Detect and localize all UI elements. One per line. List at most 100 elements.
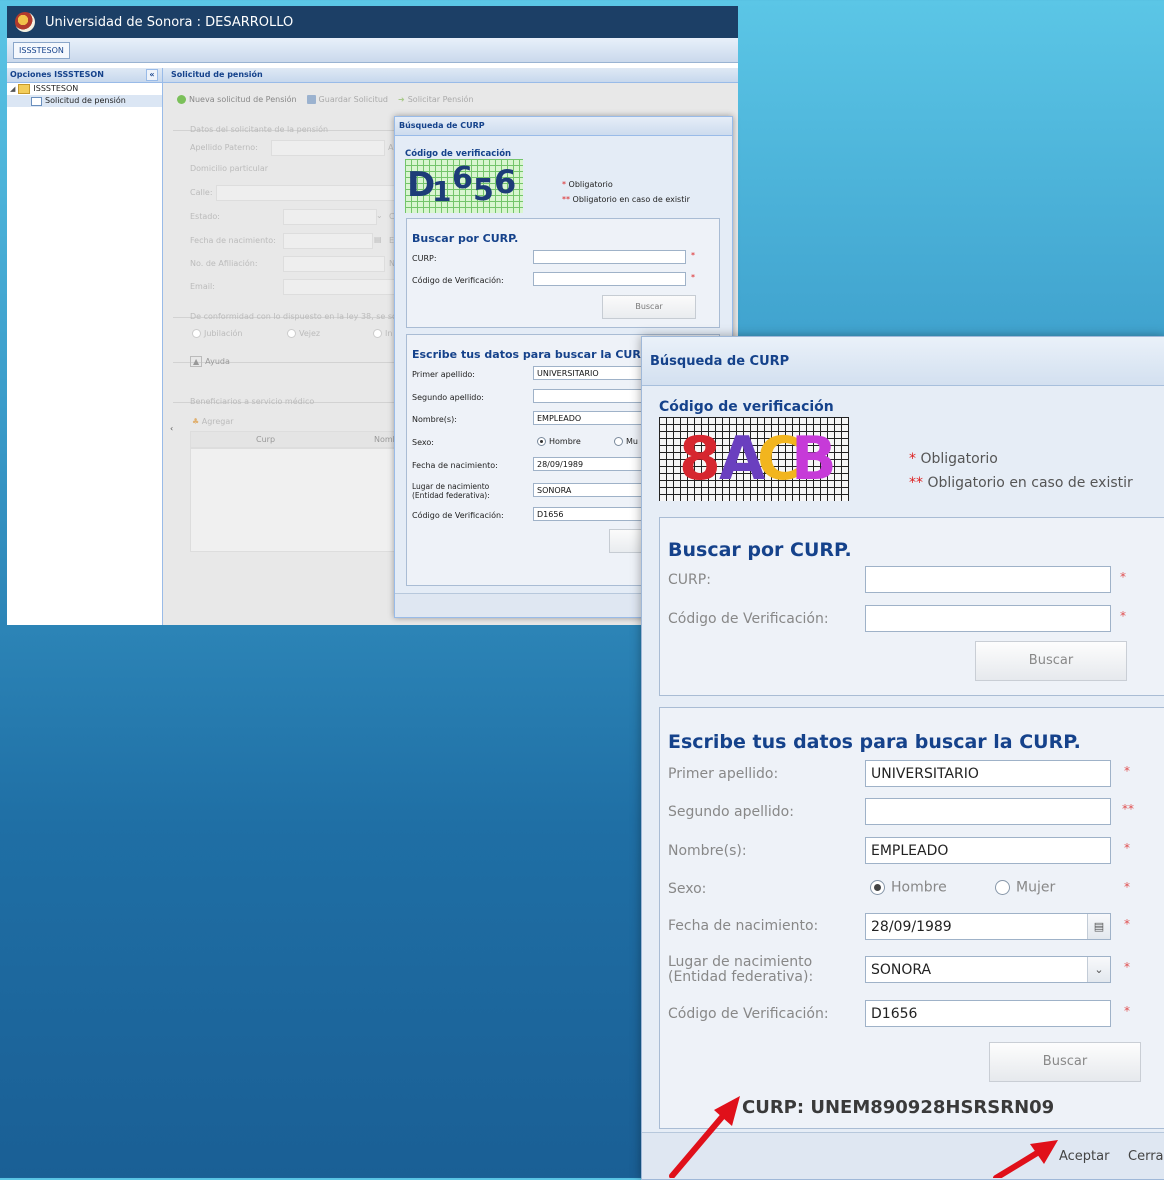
- tree-item-issteson[interactable]: ◢ ISSSTESON: [7, 83, 162, 95]
- vejez-radio[interactable]: Vejez: [287, 329, 320, 338]
- expand-arrow-icon[interactable]: ◢: [10, 83, 15, 95]
- optional-required-note: ** Obligatorio en caso de existir: [562, 195, 690, 204]
- save-icon: [306, 95, 316, 104]
- field-label: No. de Afiliación:: [190, 259, 258, 268]
- verification-code-input[interactable]: D1656: [865, 1000, 1111, 1027]
- curp-input[interactable]: [865, 566, 1111, 593]
- new-request-button[interactable]: Nueva solicitud de Pensión: [177, 95, 297, 104]
- fecha-label: Fecha de nacimiento:: [668, 918, 819, 934]
- curp-label: CURP:: [412, 254, 437, 263]
- code-label: Código de Verificación:: [412, 511, 504, 520]
- sexo-label: Sexo:: [668, 881, 707, 897]
- curp-result: CURP: UNEM890928HSRSRN09: [742, 1097, 1055, 1118]
- verification-code-input[interactable]: [865, 605, 1111, 632]
- hombre-radio[interactable]: Hombre: [537, 437, 581, 446]
- section-label: De conformidad con lo dispuesto en la le…: [190, 312, 412, 321]
- email-input[interactable]: [283, 279, 402, 295]
- curp-input[interactable]: [533, 250, 686, 264]
- beneficiarios-grid: [190, 448, 402, 552]
- splitter-handle-icon[interactable]: ‹: [170, 424, 173, 433]
- segundo-apellido-label: Segundo apellido:: [412, 393, 484, 402]
- aceptar-button[interactable]: Aceptar: [1059, 1149, 1109, 1164]
- dialog-title: Búsqueda de CURP: [395, 117, 732, 136]
- captcha-label: Código de verificación: [405, 149, 512, 159]
- fecha-nacimiento-input[interactable]: 28/09/1989 ▤: [865, 913, 1111, 940]
- primer-apellido-input[interactable]: UNIVERSITARIO: [865, 760, 1111, 787]
- buscar-datos-button[interactable]: Buscar: [989, 1042, 1141, 1082]
- primer-apellido-label: Primer apellido:: [668, 766, 779, 782]
- lugar-nacimiento-select[interactable]: SONORA ⌄: [865, 956, 1111, 983]
- save-request-button[interactable]: Guardar Solicitud: [306, 95, 388, 104]
- tree-item-label: Solicitud de pensión: [45, 96, 126, 105]
- buscar-curp-button[interactable]: Buscar: [975, 641, 1127, 681]
- chevron-down-icon: ⌄: [376, 211, 383, 220]
- apellido-paterno-input[interactable]: [271, 140, 385, 156]
- buscar-curp-button[interactable]: Buscar: [602, 295, 696, 319]
- fieldset-title: Escribe tus datos para buscar la CURP.: [668, 731, 1081, 753]
- chevron-down-icon[interactable]: ⌄: [1087, 957, 1110, 982]
- tab-issteson[interactable]: ISSSTESON: [13, 41, 70, 59]
- curp-search-dialog-large: Búsqueda de CURP Código de verificación …: [641, 336, 1164, 1180]
- captcha-image: 8 A C B: [659, 417, 849, 501]
- invalidez-radio[interactable]: In: [373, 329, 392, 338]
- fecha-label: Fecha de nacimiento:: [412, 461, 498, 470]
- field-label: Apellido Paterno:: [190, 143, 258, 152]
- form-icon: [31, 96, 42, 106]
- sidebar: Opciones ISSSTESON « ◢ ISSSTESON Solicit…: [7, 68, 163, 625]
- nombre-label: Nombre(s):: [668, 843, 747, 859]
- hombre-radio[interactable]: Hombre: [870, 880, 947, 896]
- dialog-footer: Aceptar Cerrar: [642, 1132, 1164, 1179]
- users-icon: ♣: [192, 417, 200, 426]
- primer-apellido-label: Primer apellido:: [412, 370, 475, 379]
- mujer-radio[interactable]: Mu: [614, 437, 638, 446]
- tree-item-label: ISSSTESON: [33, 84, 79, 93]
- app-tabbar: ISSSTESON: [7, 38, 738, 63]
- folder-icon: [18, 84, 31, 94]
- field-label: Estado:: [190, 212, 220, 221]
- tree-item-solicitud[interactable]: Solicitud de pensión: [7, 95, 162, 107]
- calendar-icon[interactable]: ▤: [1087, 914, 1110, 939]
- app-title: Universidad de Sonora : DESARROLLO: [45, 14, 294, 30]
- fieldset-title: Escribe tus datos para buscar la CURP.: [412, 348, 652, 361]
- cerrar-button[interactable]: Cerrar: [1128, 1149, 1164, 1164]
- app-titlebar: Universidad de Sonora : DESARROLLO: [7, 6, 738, 38]
- agregar-button[interactable]: ♣ Agregar: [192, 417, 234, 426]
- estado-select[interactable]: [283, 209, 377, 225]
- university-logo-icon: [15, 12, 35, 32]
- mujer-radio[interactable]: Mujer: [995, 880, 1055, 896]
- section-label: Datos del solicitante de la pensión: [190, 125, 329, 134]
- sidebar-title: Opciones ISSSTESON: [10, 70, 104, 79]
- buscar-curp-fieldset: Buscar por CURP. CURP: * Código de Verif…: [406, 218, 720, 328]
- segundo-apellido-label: Segundo apellido:: [668, 804, 794, 820]
- radio-selected-icon: [870, 880, 885, 895]
- fieldset-title: Buscar por CURP.: [668, 539, 852, 561]
- main-panel-header: Solicitud de pensión: [163, 68, 738, 83]
- captcha-label: Código de verificación: [659, 399, 834, 415]
- required-note: * Obligatorio: [562, 180, 613, 189]
- arrow-right-icon: ➜: [398, 95, 405, 104]
- code-label: Código de Verificación:: [668, 1006, 829, 1022]
- nombre-input[interactable]: EMPLEADO: [865, 837, 1111, 864]
- fecha-input[interactable]: [283, 233, 373, 249]
- fieldset-title: Buscar por CURP.: [412, 232, 519, 245]
- code-label: Código de Verificación:: [412, 276, 504, 285]
- section-label: Beneficiarios a servicio médico: [190, 397, 315, 406]
- calendar-icon[interactable]: ▤: [374, 235, 382, 244]
- field-label: Calle:: [190, 188, 213, 197]
- collapse-icon[interactable]: «: [146, 69, 158, 81]
- field-label: Email:: [190, 282, 215, 291]
- expand-icon: ▲: [190, 356, 203, 367]
- request-pension-button[interactable]: ➜ Solicitar Pensión: [398, 95, 474, 104]
- jubilacion-radio[interactable]: Jubilación: [192, 329, 242, 338]
- segundo-apellido-input[interactable]: [865, 798, 1111, 825]
- radio-icon: [614, 437, 623, 446]
- verification-code-input[interactable]: [533, 272, 686, 286]
- field-label: Fecha de nacimiento:: [190, 236, 276, 245]
- afiliacion-input[interactable]: [283, 256, 385, 272]
- nombre-label: Nombre(s):: [412, 415, 457, 424]
- ayuda-toggle[interactable]: ▲ Ayuda: [190, 356, 230, 367]
- beneficiarios-grid-header: [190, 431, 402, 448]
- add-icon: [177, 95, 186, 104]
- calle-input[interactable]: [216, 185, 402, 201]
- curp-label: CURP:: [668, 572, 711, 588]
